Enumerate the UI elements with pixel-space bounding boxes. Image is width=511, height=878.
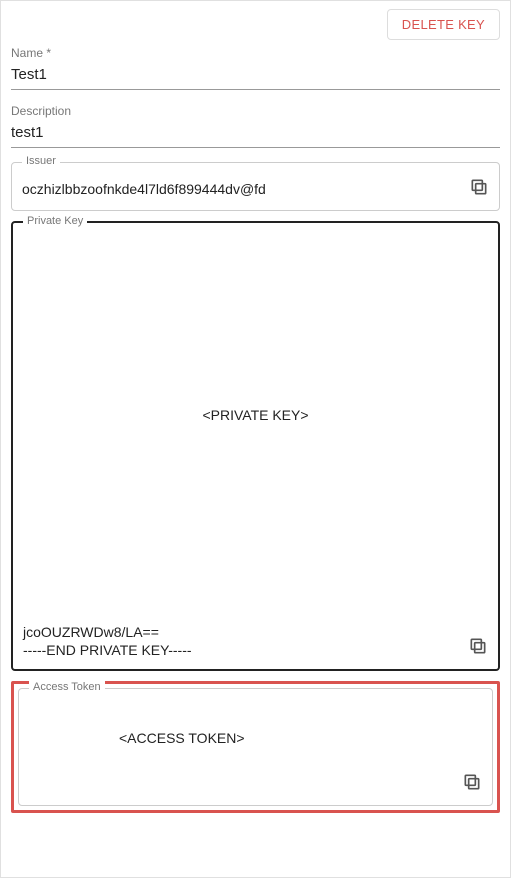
description-field: Description — [11, 104, 500, 148]
private-key-tail-line1: jcoOUZRWDw8/LA== — [23, 623, 192, 641]
issuer-value: oczhizlbbzoofnkde4l7ld6f899444dv@fd — [22, 181, 266, 197]
copy-icon[interactable] — [468, 636, 488, 659]
private-key-placeholder: <PRIVATE KEY> — [23, 207, 488, 623]
access-token-highlight: Access Token <ACCESS TOKEN> — [11, 681, 500, 813]
description-input[interactable] — [11, 120, 500, 148]
copy-icon[interactable] — [462, 772, 482, 795]
issuer-box: Issuer oczhizlbbzoofnkde4l7ld6f899444dv@… — [11, 162, 500, 211]
private-key-tail-line2: -----END PRIVATE KEY----- — [23, 641, 192, 659]
copy-icon[interactable] — [469, 177, 489, 200]
private-key-label: Private Key — [23, 215, 87, 227]
access-token-box: Access Token <ACCESS TOKEN> — [18, 688, 493, 806]
delete-key-button[interactable]: DELETE KEY — [387, 9, 500, 40]
name-input[interactable] — [11, 62, 500, 90]
name-label: Name * — [11, 46, 500, 60]
private-key-tail: jcoOUZRWDw8/LA== -----END PRIVATE KEY---… — [23, 623, 192, 659]
access-token-label: Access Token — [29, 681, 105, 693]
private-key-box: Private Key <PRIVATE KEY> jcoOUZRWDw8/LA… — [11, 221, 500, 671]
top-actions: DELETE KEY — [11, 9, 500, 40]
access-token-placeholder: <ACCESS TOKEN> — [29, 703, 482, 772]
issuer-label: Issuer — [22, 155, 60, 167]
name-field: Name * — [11, 46, 500, 90]
description-label: Description — [11, 104, 500, 118]
